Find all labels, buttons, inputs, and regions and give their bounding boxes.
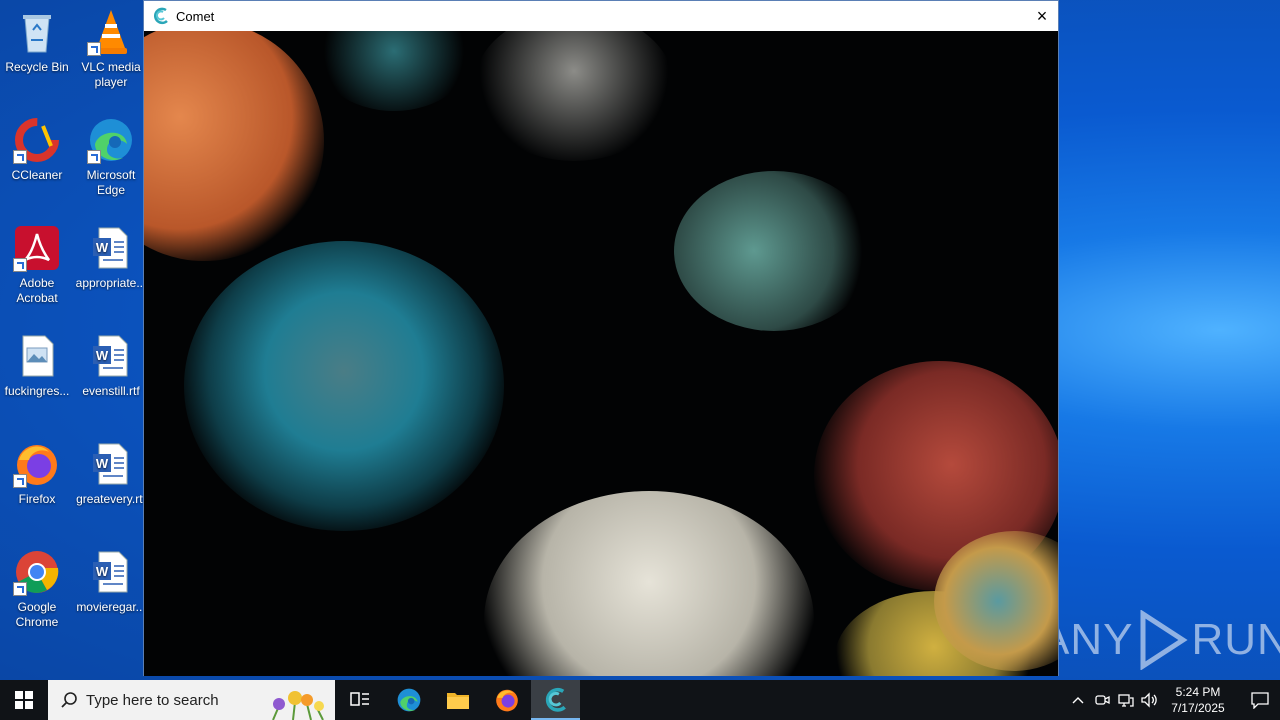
blue-orb (184, 241, 504, 531)
play-triangle-icon (1140, 610, 1189, 670)
desktop-icon-recycle-bin[interactable]: Recycle Bin (0, 8, 74, 75)
word-document-icon: W (87, 548, 135, 596)
start-button[interactable] (0, 680, 48, 720)
desktop-icon-label: evenstill.rtf (82, 384, 140, 398)
taskbar-search-box[interactable]: Type here to search (48, 680, 335, 720)
task-view-button[interactable] (335, 680, 384, 720)
window-title: Comet (176, 8, 215, 24)
desktop-icon-label: Adobe Acrobat (16, 276, 58, 305)
task-view-icon (349, 692, 369, 706)
speaker-icon (1141, 692, 1157, 708)
desktop-icon-image-file[interactable]: fuckingres... (0, 332, 74, 399)
teal-glow-orb (314, 31, 474, 111)
watermark-text-right: RUN (1191, 615, 1280, 664)
desktop-icon-label: Microsoft Edge (86, 168, 136, 197)
desktop-icon-adobe-acrobat[interactable]: Adobe Acrobat (0, 224, 74, 306)
network-button[interactable] (1114, 692, 1138, 708)
comet-app-icon (153, 7, 168, 25)
window-titlebar[interactable]: Comet × (144, 1, 1058, 31)
edge-browser-icon (397, 688, 420, 712)
desktop-icon-word-doc[interactable]: W evenstill.rtf (74, 332, 148, 399)
shortcut-arrow-icon (87, 42, 101, 56)
network-icon (1118, 694, 1134, 707)
shortcut-arrow-icon (13, 150, 27, 164)
close-icon: × (1036, 5, 1048, 26)
desktop-icon-label: appropriate... (75, 276, 147, 290)
desktop-icon-chrome[interactable]: Google Chrome (0, 548, 74, 630)
desktop-icon-word-doc[interactable]: W movieregar... (74, 548, 148, 615)
comet-window[interactable]: Comet × (143, 0, 1059, 676)
desktop-icon-label: Recycle Bin (5, 60, 69, 74)
image-file-icon (13, 332, 61, 380)
desktop-icon-label: Firefox (18, 492, 56, 506)
desktop-icon-label: CCleaner (11, 168, 63, 182)
adobe-acrobat-icon (13, 224, 61, 272)
shortcut-arrow-icon (87, 150, 101, 164)
recycle-bin-icon (13, 8, 61, 56)
taskbar-edge-button[interactable] (384, 680, 433, 720)
ccleaner-icon (13, 116, 61, 164)
taskbar-clock[interactable]: 5:24 PM 7/17/2025 (1168, 684, 1228, 716)
clock-time: 5:24 PM (1175, 685, 1221, 699)
comet-app-icon (545, 687, 566, 712)
word-document-icon: W (87, 440, 135, 488)
firefox-icon (495, 689, 518, 712)
action-center-button[interactable] (1240, 691, 1280, 709)
vlc-cone-icon (87, 8, 135, 56)
desktop-icon-label: VLC media player (81, 60, 141, 89)
notification-icon (1251, 692, 1269, 709)
shortcut-arrow-icon (13, 474, 27, 488)
edge-browser-icon (87, 116, 135, 164)
show-hidden-icons-button[interactable] (1066, 696, 1090, 704)
meet-now-icon (1095, 695, 1110, 705)
folder-icon (446, 693, 469, 709)
anyrun-watermark: ANY RUN (1040, 610, 1280, 670)
svg-text:W: W (96, 348, 109, 363)
svg-text:W: W (96, 240, 109, 255)
shortcut-arrow-icon (13, 582, 27, 596)
svg-text:W: W (96, 456, 109, 471)
desktop-icon-word-doc[interactable]: W appropriate... (74, 224, 148, 291)
chrome-icon (13, 548, 61, 596)
desktop-icon-vlc[interactable]: VLC media player (74, 8, 148, 90)
taskbar: Type here to search 5:24 PM 7/17/2025 (0, 680, 1280, 720)
windows-logo-icon (15, 691, 33, 709)
tray-app-button[interactable] (1090, 692, 1114, 708)
desktop-icon-firefox[interactable]: Firefox (0, 440, 74, 507)
taskbar-comet-button[interactable] (531, 680, 580, 720)
clock-date: 7/17/2025 (1171, 701, 1225, 715)
desktop-icon-label: fuckingres... (4, 384, 70, 398)
comet-content-area[interactable] (144, 31, 1058, 676)
desktop-icon-label: Google Chrome (15, 600, 59, 629)
search-icon (61, 692, 77, 708)
desktop-icon-label: greatevery.rtf (76, 492, 146, 506)
svg-text:W: W (96, 564, 109, 579)
desktop-icon-edge[interactable]: Microsoft Edge (74, 116, 148, 198)
word-document-icon: W (87, 332, 135, 380)
desktop-icon-label: movieregar... (76, 600, 146, 614)
chevron-up-icon (1072, 697, 1084, 704)
shortcut-arrow-icon (13, 258, 27, 272)
firefox-icon (13, 440, 61, 488)
close-button[interactable]: × (1026, 1, 1058, 31)
desktop-icon-ccleaner[interactable]: CCleaner (0, 116, 74, 183)
word-document-icon: W (87, 224, 135, 272)
system-tray: 5:24 PM 7/17/2025 (1066, 680, 1280, 720)
desktop-icon-word-doc[interactable]: W greatevery.rtf (74, 440, 148, 507)
taskbar-file-explorer-button[interactable] (433, 680, 482, 720)
taskbar-firefox-button[interactable] (482, 680, 531, 720)
grey-orb (474, 31, 674, 161)
volume-button[interactable] (1138, 692, 1162, 708)
search-placeholder: Type here to search (86, 691, 219, 709)
orange-orb (144, 31, 324, 261)
white-orb (484, 491, 814, 676)
mint-orb (674, 171, 874, 331)
flowers-decoration-icon (272, 691, 324, 720)
